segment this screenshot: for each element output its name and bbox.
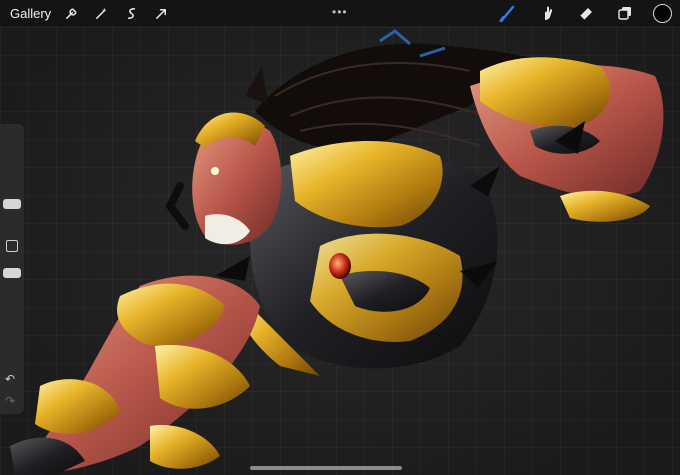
color-picker-swatch[interactable] [653,3,672,23]
left-arm [10,275,260,475]
demon-head [165,66,282,245]
opacity-slider-thumb[interactable] [3,268,21,278]
redo-button[interactable]: ↷ [5,394,15,408]
eraser-icon[interactable] [575,2,597,24]
smudge-icon[interactable] [536,2,558,24]
brush-size-slider-thumb[interactable] [3,199,21,209]
home-indicator[interactable] [250,466,402,470]
layers-icon[interactable] [614,2,636,24]
wrench-icon[interactable] [60,2,82,24]
top-toolbar: Gallery ••• [0,0,680,26]
right-tool-group [480,2,672,24]
gallery-button[interactable]: Gallery [10,6,52,21]
undo-button[interactable]: ↶ [5,372,15,386]
selection-icon[interactable] [120,2,142,24]
left-sidebar: ↶ ↷ [0,124,24,414]
more-options-dots[interactable]: ••• [332,5,348,19]
artwork-illustration [10,29,664,475]
magic-wand-icon[interactable] [90,2,112,24]
brush-icon[interactable] [497,2,519,24]
modify-button[interactable] [6,240,18,252]
transform-arrow-icon[interactable] [150,2,172,24]
